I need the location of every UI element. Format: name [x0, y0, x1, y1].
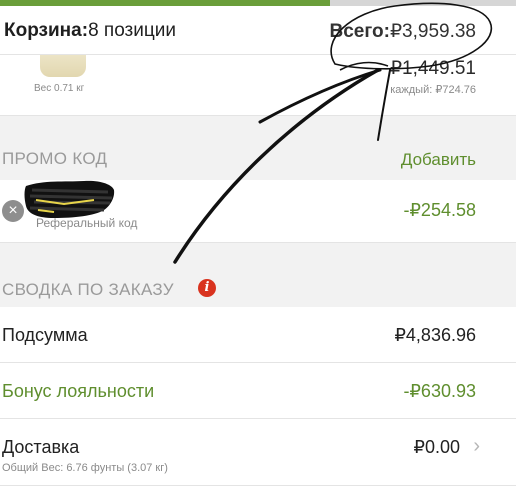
product-price: ₽1,449.51	[389, 58, 476, 79]
cart-total: Всего:₽3,959.38	[329, 20, 476, 43]
shipping-label: Доставка	[2, 437, 80, 457]
cart-title: Корзина:8 позиции	[4, 20, 176, 42]
total-value: ₽3,959.38	[389, 21, 476, 42]
cart-label: Корзина:	[4, 20, 89, 41]
loyalty-bonus-row: Бонус лояльности -₽630.93	[0, 363, 516, 419]
remove-promo-icon[interactable]: ×	[2, 200, 24, 222]
cart-header: Корзина:8 позиции Всего:₽3,959.38	[0, 6, 516, 55]
total-label: Всего:	[329, 21, 390, 42]
summary-section-header: СВОДКА ПО ЗАКАЗУ	[0, 242, 516, 308]
info-icon[interactable]: i	[198, 279, 216, 297]
product-image	[40, 55, 86, 77]
subtotal-label: Подсумма	[2, 325, 88, 345]
product-weight: Вес 0.71 кг	[34, 83, 85, 94]
subtotal-value: ₽4,836.96	[394, 325, 476, 345]
cart-count: 8 позиции	[88, 20, 176, 41]
promo-code-type: Реферальный код	[36, 216, 138, 230]
product-row[interactable]: Вес 0.71 кг ₽1,449.51 каждый: ₽724.76	[0, 55, 516, 115]
shipping-weight: Общий Вес: 6.76 фунты (3.07 кг)	[2, 462, 168, 474]
chevron-right-icon: ›	[473, 435, 480, 457]
promo-section-header: ПРОМО КОД	[0, 115, 516, 181]
loyalty-bonus-value: -₽630.93	[403, 381, 476, 401]
subtotal-row: Подсумма ₽4,836.96	[0, 307, 516, 363]
promo-code-row: × Реферальный код -₽254.58	[0, 180, 516, 243]
summary-section-title: СВОДКА ПО ЗАКАЗУ	[2, 280, 174, 299]
shipping-value: ₽0.00	[413, 437, 461, 457]
promo-section-title: ПРОМО КОД	[2, 149, 108, 168]
shipping-row[interactable]: Доставка Общий Вес: 6.76 фунты (3.07 кг)…	[0, 419, 516, 486]
promo-discount: -₽254.58	[403, 200, 476, 220]
add-promo-button[interactable]: Добавить	[401, 150, 476, 170]
loyalty-bonus-label: Бонус лояльности	[2, 381, 155, 401]
redacted-promo-code	[24, 180, 115, 218]
product-unit-price: каждый: ₽724.76	[390, 84, 476, 96]
